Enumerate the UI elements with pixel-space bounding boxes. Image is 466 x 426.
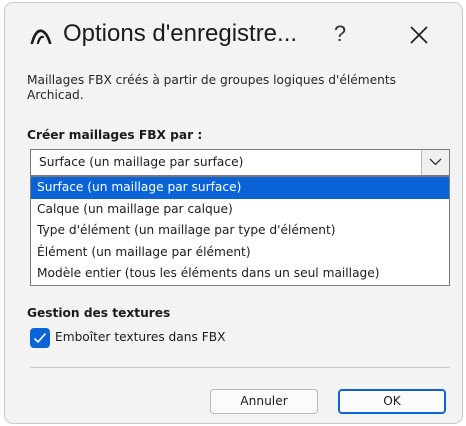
- option-layer[interactable]: Calque (un maillage par calque): [31, 199, 449, 221]
- option-whole-model[interactable]: Modèle entier (tous les éléments dans un…: [31, 263, 449, 285]
- dialog-title: Options d'enregistre...: [63, 20, 298, 47]
- checkmark-icon: [33, 332, 47, 344]
- mesh-mode-select[interactable]: Surface (un maillage par surface): [30, 149, 450, 176]
- title-bar[interactable]: Options d'enregistre... ?: [5, 3, 462, 63]
- select-current-value: Surface (un maillage par surface): [39, 155, 244, 169]
- option-element-type[interactable]: Type d'élément (un maillage par type d'é…: [31, 220, 449, 242]
- help-button[interactable]: ?: [323, 17, 357, 51]
- embed-textures-label[interactable]: Emboîter textures dans FBX: [55, 330, 225, 344]
- embed-textures-checkbox[interactable]: [30, 328, 50, 348]
- cancel-button[interactable]: Annuler: [210, 389, 318, 414]
- fbx-options-dialog: Options d'enregistre... ? Maillages FBX …: [4, 2, 463, 424]
- select-dropdown-button[interactable]: [421, 150, 449, 175]
- textures-section-label: Gestion des textures: [27, 306, 171, 320]
- archicad-logo-icon: [30, 28, 52, 45]
- divider: [30, 367, 450, 368]
- option-element[interactable]: Élément (un maillage par élément): [31, 242, 449, 264]
- option-surface[interactable]: Surface (un maillage par surface): [31, 177, 449, 199]
- ok-button[interactable]: OK: [338, 389, 446, 414]
- description-text: Maillages FBX créés à partir de groupes …: [27, 73, 396, 102]
- chevron-down-icon: [429, 158, 442, 166]
- mesh-mode-dropdown-list: Surface (un maillage par surface) Calque…: [30, 176, 450, 286]
- create-mesh-label: Créer maillages FBX par :: [27, 128, 203, 142]
- close-icon[interactable]: [407, 23, 431, 47]
